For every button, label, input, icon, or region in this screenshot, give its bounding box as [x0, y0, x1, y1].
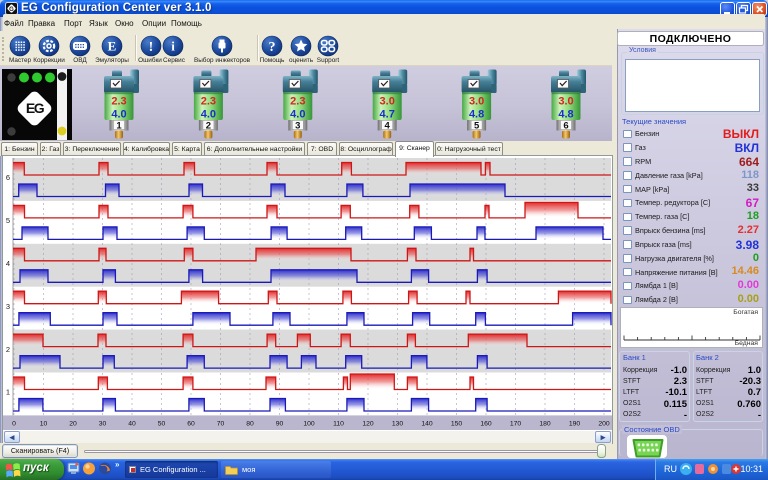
svg-text:1: 1: [6, 388, 10, 397]
svg-text:50: 50: [158, 421, 166, 428]
svg-text:150: 150: [451, 421, 463, 428]
svg-text:60: 60: [187, 421, 195, 428]
svg-text:80: 80: [246, 421, 254, 428]
svg-text:4.8: 4.8: [469, 109, 484, 121]
svg-text:E: E: [108, 39, 117, 54]
svg-text:4.0: 4.0: [201, 109, 216, 121]
svg-text:3.0: 3.0: [380, 96, 395, 108]
svg-text:4.0: 4.0: [290, 109, 305, 121]
svg-text:2: 2: [206, 121, 211, 132]
svg-text:100: 100: [303, 421, 315, 428]
svg-text:3.0: 3.0: [558, 96, 573, 108]
svg-text:2.3: 2.3: [290, 96, 305, 108]
svg-text:2.3: 2.3: [201, 96, 216, 108]
svg-text:»: »: [115, 460, 120, 469]
svg-text:140: 140: [421, 421, 433, 428]
svg-text:160: 160: [480, 421, 492, 428]
svg-text:5: 5: [474, 121, 480, 132]
svg-text:EG: EG: [26, 100, 45, 116]
svg-text:30: 30: [99, 421, 107, 428]
svg-text:4.7: 4.7: [380, 109, 395, 121]
svg-text:?: ?: [269, 40, 276, 55]
svg-text:190: 190: [569, 421, 581, 428]
svg-text:120: 120: [362, 421, 374, 428]
svg-text:3: 3: [295, 121, 300, 132]
svg-text:40: 40: [128, 421, 136, 428]
svg-text:3: 3: [6, 302, 10, 311]
svg-text:200: 200: [598, 421, 610, 428]
svg-text:70: 70: [217, 421, 225, 428]
svg-text:4.0: 4.0: [111, 109, 126, 121]
svg-text:130: 130: [392, 421, 404, 428]
svg-text:20: 20: [69, 421, 77, 428]
svg-text:i: i: [171, 39, 175, 54]
svg-text:G: G: [9, 7, 14, 13]
svg-text:5: 5: [6, 216, 10, 225]
svg-text:90: 90: [276, 421, 284, 428]
svg-text:6: 6: [6, 173, 10, 182]
svg-text:4: 4: [385, 121, 391, 132]
svg-text:170: 170: [510, 421, 522, 428]
svg-text:4: 4: [6, 259, 10, 268]
svg-text:3.0: 3.0: [469, 96, 484, 108]
svg-text:2: 2: [6, 345, 10, 354]
svg-text:6: 6: [563, 121, 568, 132]
svg-text:110: 110: [333, 421, 344, 428]
svg-text:4.8: 4.8: [558, 109, 573, 121]
svg-text:1: 1: [116, 121, 122, 132]
svg-text:180: 180: [539, 421, 551, 428]
svg-text:10: 10: [40, 421, 48, 428]
svg-text:2.3: 2.3: [111, 96, 126, 108]
svg-text:!: !: [149, 40, 154, 55]
svg-text:0: 0: [12, 421, 16, 428]
